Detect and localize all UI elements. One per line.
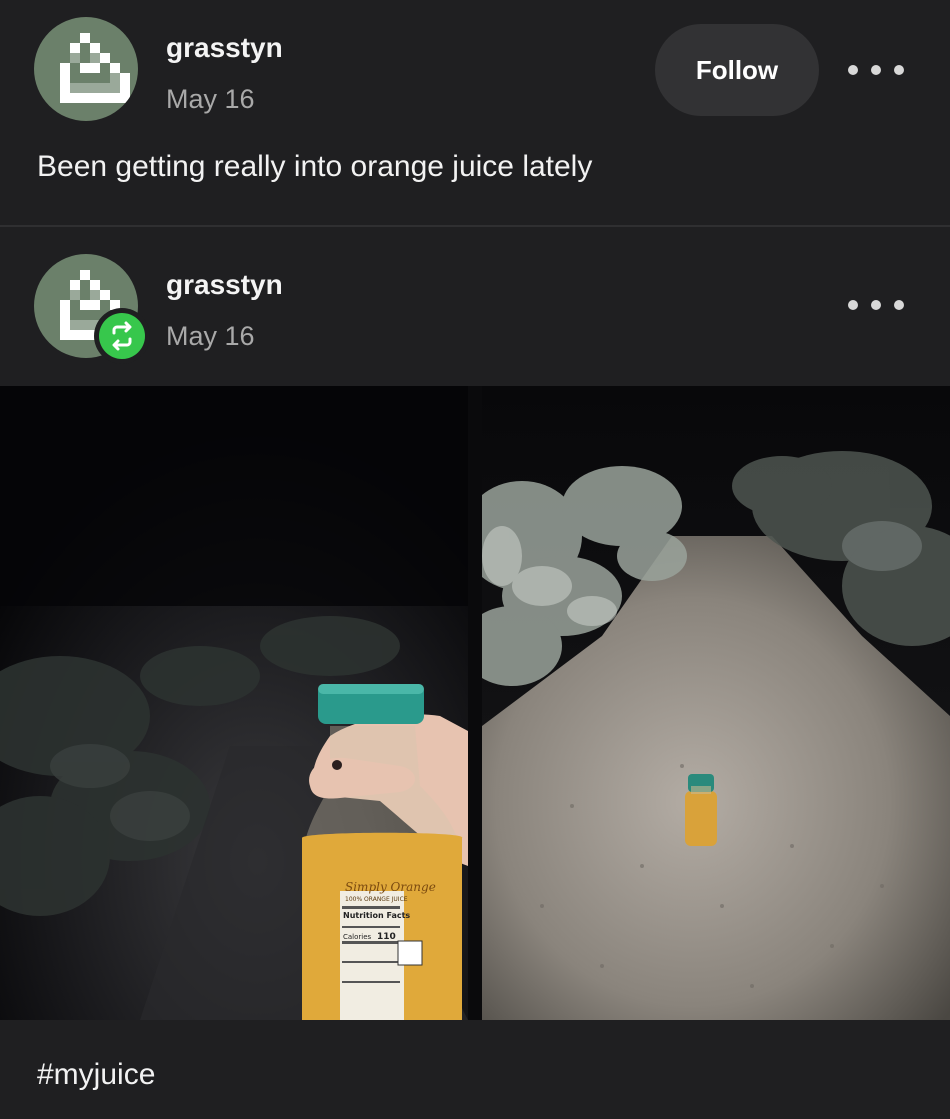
ellipsis-icon — [848, 65, 858, 75]
lit-trail-photo — [482, 386, 950, 1020]
post-tag[interactable]: #myjuice — [37, 1058, 155, 1092]
username[interactable]: grasstyn — [166, 32, 283, 64]
nutrition-facts-title: Nutrition Facts — [343, 911, 410, 920]
post-date: May 16 — [166, 84, 255, 114]
photo-hand-holding-bottle[interactable]: Simply Orange 100% ORANGE JUICE Nutritio… — [0, 386, 468, 1020]
original-post-header: grasstyn May 16 Follow Been getting real… — [0, 0, 950, 226]
follow-button[interactable]: Follow — [655, 24, 819, 116]
ellipsis-icon — [848, 300, 858, 310]
bottle-subtitle-text: 100% ORANGE JUICE — [345, 896, 408, 903]
avatar[interactable] — [34, 17, 138, 121]
photo-bottle-on-trail[interactable] — [482, 386, 950, 1020]
calories-value: 110 — [377, 932, 396, 942]
reblog-badge — [94, 308, 150, 364]
reblog-header: grasstyn May 16 — [0, 227, 950, 386]
night-trail-photo: Simply Orange 100% ORANGE JUICE Nutritio… — [0, 386, 468, 1020]
reblog-username[interactable]: grasstyn — [166, 269, 283, 301]
reblog-icon — [112, 321, 132, 351]
reblog-date: May 16 — [166, 321, 255, 351]
post-body-text: Been getting really into orange juice la… — [37, 150, 593, 183]
photoset: Simply Orange 100% ORANGE JUICE Nutritio… — [0, 386, 950, 1020]
dashboard-feed: grasstyn May 16 Follow Been getting real… — [0, 0, 950, 1119]
bottle-brand-text: Simply Orange — [345, 880, 436, 894]
more-options-button[interactable] — [848, 290, 904, 320]
calories-label: Calories — [343, 933, 372, 941]
more-options-button[interactable] — [848, 55, 904, 85]
pixel-cake-icon — [60, 33, 130, 103]
